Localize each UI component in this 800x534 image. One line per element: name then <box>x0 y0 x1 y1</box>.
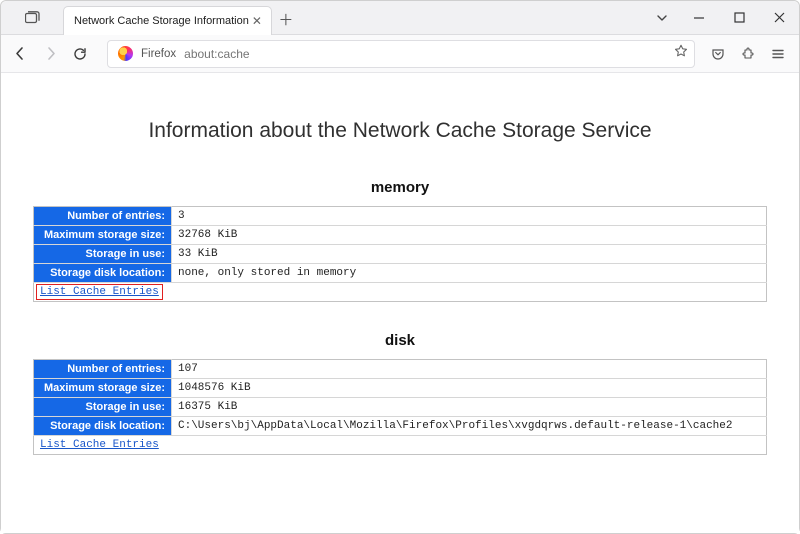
table-row: Maximum storage size: 32768 KiB <box>34 226 767 245</box>
cache-table-disk: Number of entries: 107 Maximum storage s… <box>33 359 767 455</box>
arrow-left-icon <box>13 46 28 61</box>
chevron-down-icon <box>656 12 668 24</box>
cache-table-memory: Number of entries: 3 Maximum storage siz… <box>33 206 767 302</box>
address-bar[interactable]: Firefox about:cache <box>107 40 695 68</box>
table-row: Number of entries: 3 <box>34 207 767 226</box>
row-label: Storage disk location: <box>34 264 172 283</box>
window-close-button[interactable] <box>759 1 799 34</box>
row-value: none, only stored in memory <box>172 264 767 283</box>
table-row: Number of entries: 107 <box>34 360 767 379</box>
tab-active[interactable]: Network Cache Storage Information ✕ <box>63 6 272 35</box>
page-title: Information about the Network Cache Stor… <box>33 119 767 143</box>
cache-section-memory: memory Number of entries: 3 Maximum stor… <box>33 179 767 302</box>
save-to-pocket-button[interactable] <box>703 39 733 69</box>
row-value: 33 KiB <box>172 245 767 264</box>
hamburger-icon <box>771 47 785 61</box>
tab-overview-button[interactable] <box>1 1 63 34</box>
table-row: Storage disk location: C:\Users\bj\AppDa… <box>34 417 767 436</box>
row-value: 107 <box>172 360 767 379</box>
row-value: 32768 KiB <box>172 226 767 245</box>
tab-close-button[interactable]: ✕ <box>249 13 265 29</box>
row-label: Maximum storage size: <box>34 379 172 398</box>
row-value: 1048576 KiB <box>172 379 767 398</box>
close-icon <box>774 12 785 23</box>
maximize-icon <box>734 12 745 23</box>
tab-title: Network Cache Storage Information <box>74 15 249 27</box>
row-label: Number of entries: <box>34 360 172 379</box>
row-value: C:\Users\bj\AppData\Local\Mozilla\Firefo… <box>172 417 767 436</box>
window-minimize-button[interactable] <box>679 1 719 34</box>
back-button[interactable] <box>5 39 35 69</box>
new-tab-button[interactable]: ＋ <box>272 5 300 34</box>
row-label: Maximum storage size: <box>34 226 172 245</box>
navigation-toolbar: Firefox about:cache <box>1 35 799 73</box>
row-label: Number of entries: <box>34 207 172 226</box>
reload-button[interactable] <box>65 39 95 69</box>
firefox-icon <box>118 46 133 61</box>
minimize-icon <box>693 12 705 24</box>
table-row: Maximum storage size: 1048576 KiB <box>34 379 767 398</box>
pocket-icon <box>711 47 725 61</box>
browser-window: Network Cache Storage Information ✕ ＋ <box>0 0 800 534</box>
list-cache-entries-link-memory[interactable]: List Cache Entries <box>40 286 159 298</box>
row-label: Storage in use: <box>34 245 172 264</box>
app-menu-button[interactable] <box>763 39 793 69</box>
section-heading-memory: memory <box>33 179 767 196</box>
section-heading-disk: disk <box>33 332 767 349</box>
puzzle-icon <box>741 47 755 61</box>
address-url: about:cache <box>184 47 249 61</box>
address-identity-label: Firefox <box>141 48 176 60</box>
forward-button[interactable] <box>35 39 65 69</box>
titlebar: Network Cache Storage Information ✕ ＋ <box>1 1 799 35</box>
reload-icon <box>73 47 87 61</box>
table-row: List Cache Entries <box>34 283 767 302</box>
table-row: Storage disk location: none, only stored… <box>34 264 767 283</box>
row-value: 16375 KiB <box>172 398 767 417</box>
content-viewport: Information about the Network Cache Stor… <box>1 73 799 533</box>
table-row: Storage in use: 16375 KiB <box>34 398 767 417</box>
table-row: Storage in use: 33 KiB <box>34 245 767 264</box>
list-cache-entries-link-disk[interactable]: List Cache Entries <box>40 439 159 451</box>
row-label: Storage disk location: <box>34 417 172 436</box>
tab-overview-icon <box>25 11 40 24</box>
highlight-box: List Cache Entries <box>36 284 163 300</box>
row-label: Storage in use: <box>34 398 172 417</box>
arrow-right-icon <box>43 46 58 61</box>
tabs-dropdown-button[interactable] <box>645 1 679 34</box>
about-cache-page: Information about the Network Cache Stor… <box>1 73 799 505</box>
star-icon <box>674 44 688 58</box>
cache-section-disk: disk Number of entries: 107 Maximum stor… <box>33 332 767 455</box>
row-value: 3 <box>172 207 767 226</box>
table-row: List Cache Entries <box>34 436 767 455</box>
extensions-button[interactable] <box>733 39 763 69</box>
window-maximize-button[interactable] <box>719 1 759 34</box>
bookmark-button[interactable] <box>674 44 688 63</box>
